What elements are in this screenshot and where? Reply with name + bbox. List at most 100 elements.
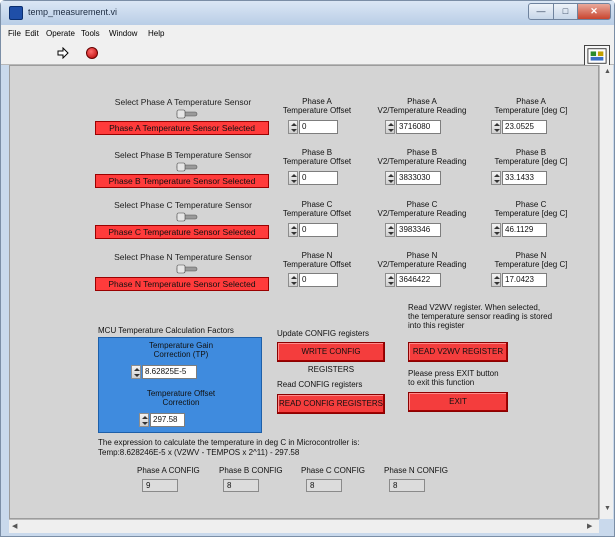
phase-n-reading-label: Phase N V2/Temperature Reading [377, 251, 467, 269]
update-config-label: Update CONFIG registers [277, 329, 370, 338]
phase-n-toggle-switch-icon[interactable] [176, 264, 198, 274]
spin-arrows-icon [385, 120, 395, 134]
write-config-registers-button[interactable]: WRITE CONFIG REGISTERS [277, 342, 385, 374]
select-phase-n-label: Select Phase N Temperature Sensor [114, 252, 252, 262]
gain-correction-control[interactable]: 8.62825E-5 [131, 365, 197, 379]
phase-a-reading-indicator: 3716080 [385, 120, 441, 134]
phase-c-config-label: Phase C CONFIG [301, 466, 366, 475]
labview-app-icon [9, 6, 23, 20]
phase-a-offset-control[interactable]: 0 [288, 120, 338, 134]
phase-n-temp-value: 17.0423 [502, 273, 547, 287]
toolbar [1, 43, 614, 67]
menu-edit[interactable]: Edit [25, 29, 39, 38]
phase-b-reading-label: Phase B V2/Temperature Reading [377, 148, 467, 166]
spin-arrows-icon [491, 120, 501, 134]
phase-n-config-value: 8 [389, 479, 425, 492]
select-phase-b-label: Select Phase B Temperature Sensor [114, 150, 252, 160]
gain-correction-label: Temperature Gain Correction (TP) [148, 341, 214, 359]
phase-c-reading-indicator: 3983346 [385, 223, 441, 237]
phase-n-temp-label: Phase N Temperature [deg C] [494, 251, 568, 269]
phase-c-config-value: 8 [306, 479, 342, 492]
horizontal-scrollbar[interactable]: ◀ ▶ [9, 519, 599, 533]
phase-a-reading-value: 3716080 [396, 120, 441, 134]
run-arrow-icon[interactable] [57, 47, 69, 59]
phase-n-reading-value: 3646422 [396, 273, 441, 287]
spin-arrows-icon[interactable] [288, 223, 298, 237]
phase-c-offset-value[interactable]: 0 [299, 223, 338, 237]
maximize-button[interactable]: □ [553, 3, 578, 20]
spin-arrows-icon [385, 171, 395, 185]
phase-b-reading-indicator: 3833030 [385, 171, 441, 185]
phase-a-offset-label: Phase A Temperature Offset [282, 97, 352, 115]
expression-line-2: Temp:8.628246E-5 x (V2WV - TEMPOS x 2^11… [98, 448, 300, 457]
menu-operate[interactable]: Operate [46, 29, 75, 38]
select-phase-a-label: Select Phase A Temperature Sensor [114, 97, 252, 107]
exit-button[interactable]: EXIT [408, 392, 508, 412]
spin-arrows-icon [491, 171, 501, 185]
v2wv-description: Read V2WV register. When selected, the t… [408, 303, 553, 330]
phase-n-offset-label: Phase N Temperature Offset [282, 251, 352, 269]
read-config-registers-button[interactable]: READ CONFIG REGISTERS [277, 394, 385, 414]
scroll-down-icon[interactable]: ▼ [604, 505, 611, 512]
phase-a-temp-value: 23.0525 [502, 120, 547, 134]
phase-a-temp-label: Phase A Temperature [deg C] [494, 97, 568, 115]
menu-file[interactable]: File [8, 29, 21, 38]
phase-a-toggle-switch-icon[interactable] [176, 109, 198, 119]
phase-c-offset-control[interactable]: 0 [288, 223, 338, 237]
phase-c-reading-value: 3983346 [396, 223, 441, 237]
expression-line-1: The expression to calculate the temperat… [98, 438, 360, 447]
phase-n-offset-value[interactable]: 0 [299, 273, 338, 287]
phase-b-toggle-switch-icon[interactable] [176, 162, 198, 172]
title-bar[interactable]: temp_measurement.vi — □ ✕ [1, 1, 614, 25]
phase-a-temp-indicator: 23.0525 [491, 120, 547, 134]
vertical-scrollbar[interactable]: ▲ ▼ [599, 65, 613, 519]
spin-arrows-icon[interactable] [288, 171, 298, 185]
phase-c-selected-indicator: Phase C Temperature Sensor Selected [95, 225, 269, 239]
labview-window: temp_measurement.vi — □ ✕ File Edit Oper… [0, 0, 615, 537]
phase-a-config-value: 9 [142, 479, 178, 492]
menu-help[interactable]: Help [148, 29, 164, 38]
menu-tools[interactable]: Tools [81, 29, 100, 38]
phase-b-offset-value[interactable]: 0 [299, 171, 338, 185]
phase-c-toggle-switch-icon[interactable] [176, 212, 198, 222]
offset-correction-value[interactable]: 297.58 [150, 413, 185, 427]
phase-b-temp-indicator: 33.1433 [491, 171, 547, 185]
window-title: temp_measurement.vi [28, 7, 118, 17]
offset-correction-control[interactable]: 297.58 [139, 413, 185, 427]
read-config-label: Read CONFIG registers [277, 380, 363, 389]
phase-b-selected-indicator: Phase B Temperature Sensor Selected [95, 174, 269, 188]
phase-b-temp-value: 33.1433 [502, 171, 547, 185]
minimize-button[interactable]: — [528, 3, 554, 20]
phase-c-offset-label: Phase C Temperature Offset [282, 200, 352, 218]
read-v2wv-register-button[interactable]: READ V2WV REGISTER [408, 342, 508, 362]
phase-a-offset-value[interactable]: 0 [299, 120, 338, 134]
phase-n-config-label: Phase N CONFIG [384, 466, 449, 475]
phase-b-reading-value: 3833030 [396, 171, 441, 185]
spin-arrows-icon[interactable] [139, 413, 149, 427]
menu-bar: File Edit Operate Tools Window Help [1, 25, 614, 43]
select-phase-c-label: Select Phase C Temperature Sensor [114, 200, 252, 210]
phase-n-offset-control[interactable]: 0 [288, 273, 338, 287]
abort-execution-icon[interactable] [86, 47, 98, 59]
mcu-heading: MCU Temperature Calculation Factors [98, 326, 234, 335]
phase-b-config-value: 8 [223, 479, 259, 492]
spin-arrows-icon[interactable] [131, 365, 141, 379]
close-button[interactable]: ✕ [577, 3, 611, 20]
menu-window[interactable]: Window [109, 29, 137, 38]
phase-b-offset-control[interactable]: 0 [288, 171, 338, 185]
phase-a-config-label: Phase A CONFIG [137, 466, 200, 475]
phase-n-reading-indicator: 3646422 [385, 273, 441, 287]
scroll-up-icon[interactable]: ▲ [604, 68, 611, 75]
spin-arrows-icon [491, 223, 501, 237]
phase-c-temp-label: Phase C Temperature [deg C] [494, 200, 568, 218]
scroll-right-icon[interactable]: ▶ [587, 522, 592, 530]
spin-arrows-icon [491, 273, 501, 287]
scroll-left-icon[interactable]: ◀ [12, 522, 17, 530]
spin-arrows-icon[interactable] [288, 273, 298, 287]
spin-arrows-icon[interactable] [288, 120, 298, 134]
phase-b-temp-label: Phase B Temperature [deg C] [494, 148, 568, 166]
gain-correction-value[interactable]: 8.62825E-5 [142, 365, 197, 379]
phase-n-temp-indicator: 17.0423 [491, 273, 547, 287]
phase-b-offset-label: Phase B Temperature Offset [282, 148, 352, 166]
offset-correction-label: Temperature Offset Correction [146, 389, 216, 407]
